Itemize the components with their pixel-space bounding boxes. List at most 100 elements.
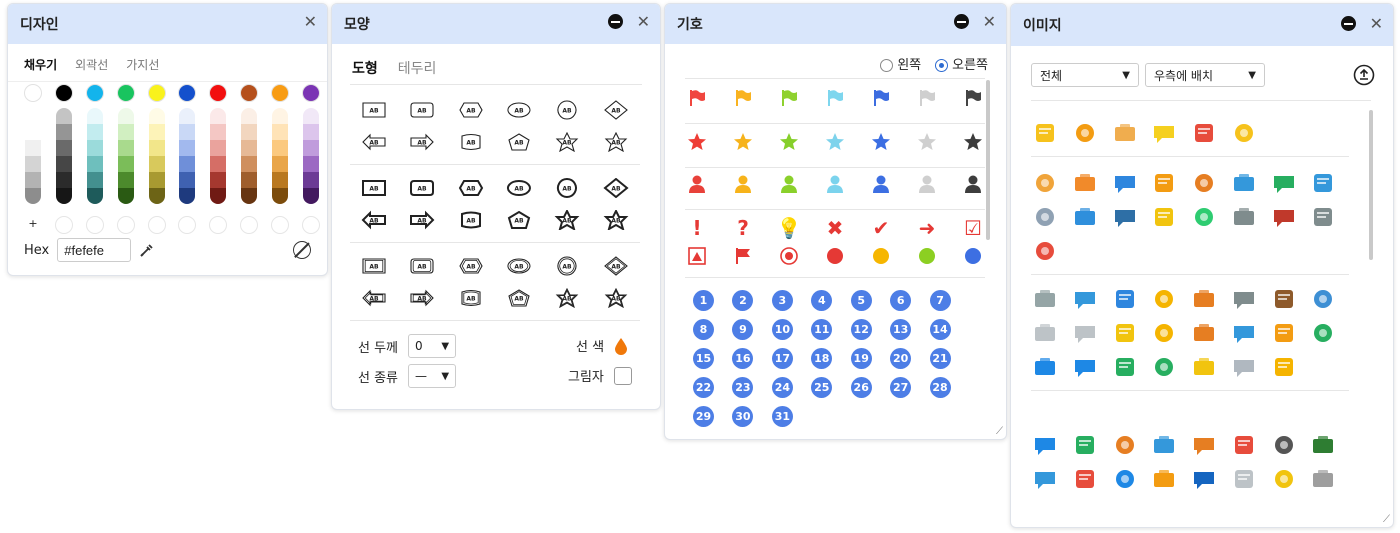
clipart-image[interactable] [1270,432,1298,458]
color-shade[interactable] [210,156,227,172]
number-badge[interactable]: 4 [811,290,833,311]
clipart-image[interactable] [1309,204,1337,230]
color-shade[interactable] [272,172,288,188]
shape-option[interactable]: AB [398,176,446,200]
shape-option[interactable]: AB [592,176,640,200]
shape-option[interactable]: AB [447,176,495,200]
clipart-image[interactable] [1071,286,1099,312]
shape-option[interactable]: AB [350,98,398,122]
color-shade[interactable] [241,124,258,140]
color-shade[interactable] [148,124,165,140]
scrollbar[interactable] [986,80,990,240]
color-shade[interactable] [117,140,134,156]
clipart-image[interactable] [1031,466,1059,492]
color-shade[interactable] [210,108,227,124]
clipart-image[interactable] [1270,466,1298,492]
number-badge[interactable]: 30 [732,406,754,427]
clipart-image[interactable] [1230,170,1258,196]
flag-icon[interactable] [731,86,755,110]
clipart-image[interactable] [1071,320,1099,346]
color-shade[interactable] [117,124,134,140]
clipart-image[interactable] [1270,286,1298,312]
person-icon[interactable] [869,172,893,196]
number-badge[interactable]: 23 [732,377,754,398]
color-shade[interactable] [25,140,41,156]
blue-circle-icon[interactable] [961,244,985,268]
color-swatch[interactable] [271,84,289,102]
upload-icon[interactable] [1353,64,1375,86]
clipart-image[interactable] [1309,320,1337,346]
custom-color-slot[interactable] [209,216,228,234]
clipart-image[interactable] [1111,204,1139,230]
close-icon[interactable]: ✕ [1370,16,1383,32]
number-badge[interactable]: 9 [732,319,754,340]
custom-color-slot[interactable] [147,216,166,234]
clipart-image[interactable] [1270,204,1298,230]
color-shade[interactable] [272,140,288,156]
star-icon[interactable] [685,130,709,154]
resize-handle-icon[interactable]: ⟋ [996,426,1003,437]
clipart-image[interactable] [1270,170,1298,196]
exclamation-icon[interactable]: ! [685,216,709,240]
category-select[interactable]: 전체 ▼ [1031,63,1139,87]
shape-option[interactable]: AB [350,254,398,278]
custom-color-slot[interactable] [301,216,320,234]
tab-fill[interactable]: 채우기 [24,56,57,81]
clipart-image[interactable] [1150,432,1178,458]
clipart-image[interactable] [1111,286,1139,312]
clipart-image[interactable] [1071,120,1099,146]
clipart-image[interactable] [1230,466,1258,492]
color-shade[interactable] [210,124,227,140]
close-icon[interactable]: ✕ [637,14,650,30]
clipart-image[interactable] [1190,432,1218,458]
clipart-image[interactable] [1230,354,1258,380]
custom-color-slot[interactable] [178,216,197,234]
minimize-icon[interactable] [607,14,623,29]
person-icon[interactable] [823,172,847,196]
number-badge[interactable]: 6 [890,290,912,311]
cross-icon[interactable]: ✖ [823,216,847,240]
clipart-image[interactable] [1150,286,1178,312]
number-badge[interactable]: 20 [890,348,912,369]
clipart-image[interactable] [1111,466,1139,492]
star-icon[interactable] [915,130,939,154]
clipart-image[interactable] [1309,170,1337,196]
color-shade[interactable] [117,188,134,204]
clipart-image[interactable] [1230,204,1258,230]
number-badge[interactable]: 16 [732,348,754,369]
eyedropper-icon[interactable] [139,242,155,258]
shape-option[interactable]: AB [398,98,446,122]
shape-option[interactable]: AB [447,286,495,310]
color-shade[interactable] [55,172,72,188]
color-shade[interactable] [86,156,103,172]
number-badge[interactable]: 11 [811,319,833,340]
star-icon[interactable] [731,130,755,154]
clipart-image[interactable] [1031,120,1059,146]
shape-option[interactable]: AB [350,208,398,232]
close-icon[interactable]: ✕ [983,14,996,30]
green-circle-icon[interactable] [915,244,939,268]
number-badge[interactable]: 21 [929,348,951,369]
flag-icon[interactable] [823,86,847,110]
person-icon[interactable] [731,172,755,196]
line-type-select[interactable]: — ▼ [408,364,457,388]
star-icon[interactable] [961,130,985,154]
number-badge[interactable]: 14 [929,319,951,340]
clipart-image[interactable] [1190,170,1218,196]
clipart-image[interactable] [1190,466,1218,492]
clipart-image[interactable] [1230,320,1258,346]
clipart-image[interactable] [1270,354,1298,380]
minimize-icon[interactable] [1340,16,1356,31]
color-shade[interactable] [25,188,41,204]
clipart-image[interactable] [1150,170,1178,196]
color-shade[interactable] [55,124,72,140]
shape-option[interactable]: AB [592,98,640,122]
color-shade[interactable] [86,140,103,156]
color-shade[interactable] [55,140,72,156]
flag-icon[interactable] [777,86,801,110]
color-shade[interactable] [148,108,165,124]
clipart-image[interactable] [1071,170,1099,196]
shape-option[interactable]: AB [350,130,398,154]
target-icon[interactable] [777,244,801,268]
number-badge[interactable]: 2 [732,290,754,311]
